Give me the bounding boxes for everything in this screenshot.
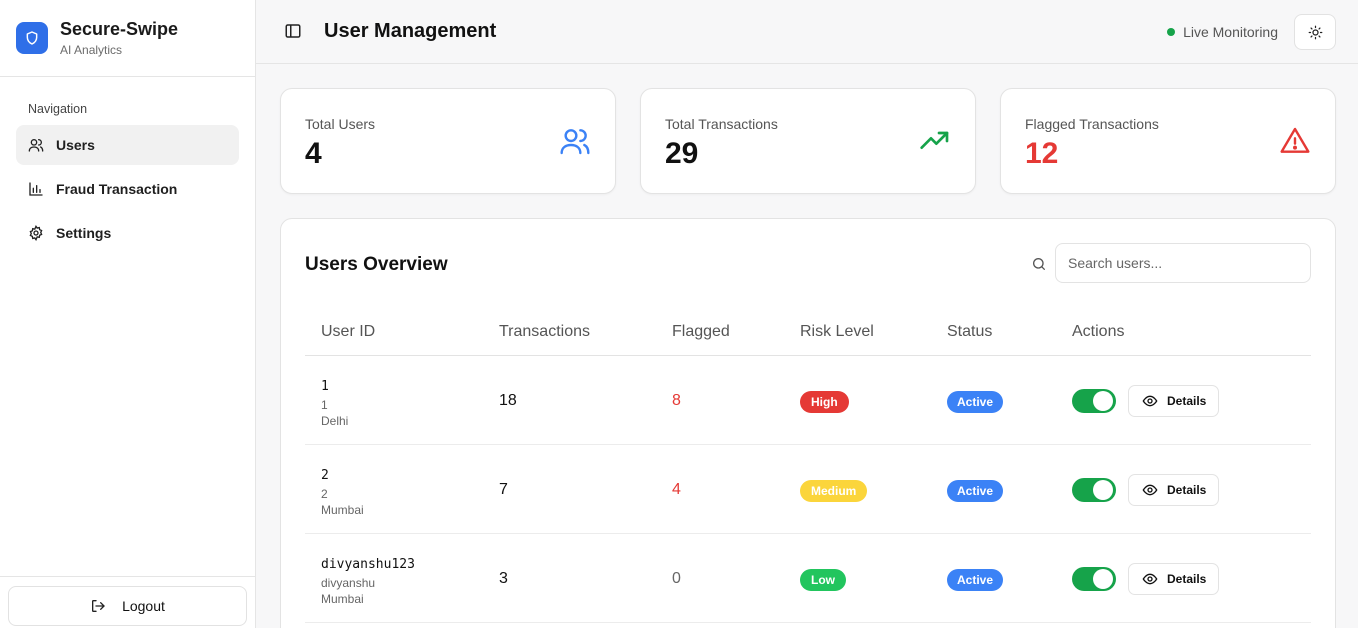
live-monitoring-label: Live Monitoring — [1183, 24, 1278, 40]
search-icon — [1033, 258, 1045, 270]
details-label: Details — [1167, 483, 1207, 497]
sidebar-footer: Logout — [0, 576, 255, 628]
user-city: Delhi — [321, 414, 349, 428]
gear-icon — [29, 225, 43, 241]
user-city: Mumbai — [321, 592, 364, 606]
brand: Secure-Swipe AI Analytics — [0, 0, 255, 77]
sidebar-item-settings[interactable]: Settings — [16, 213, 239, 253]
sidebar-nav: Users Fraud Transaction Settings — [16, 125, 239, 257]
logout-label: Logout — [122, 598, 165, 614]
user-id: 1 — [321, 379, 329, 394]
logout-button[interactable]: Logout — [8, 586, 247, 626]
column-header: Transactions — [499, 323, 590, 340]
logout-icon — [92, 600, 105, 612]
toggle-knob — [1093, 391, 1113, 411]
trending-up-icon — [920, 131, 949, 149]
card-title: Users Overview — [305, 254, 448, 275]
stat-label: Flagged Transactions — [1025, 116, 1159, 132]
top-header: User Management Live Monitoring — [256, 0, 1358, 64]
user-name: 1 — [321, 398, 328, 412]
sidebar-item-label: Users — [56, 137, 95, 153]
status-badge: Active — [947, 391, 1004, 413]
table-row: 2 2 Mumbai 7 4 Medium Active Details — [305, 445, 1311, 534]
eye-icon — [1142, 395, 1158, 407]
table-row: 1 1 Delhi 18 8 High Active Details — [305, 356, 1311, 445]
flagged-count: 4 — [672, 481, 681, 498]
sidebar-item-users[interactable]: Users — [16, 125, 239, 165]
column-header: Flagged — [672, 323, 730, 340]
stat-value: 29 — [665, 137, 699, 170]
details-button[interactable]: Details — [1128, 474, 1219, 506]
risk-badge: Low — [800, 569, 846, 591]
transactions-count: 7 — [499, 481, 508, 498]
table-row: divyanshu123 divyanshu Mumbai 3 0 Low Ac… — [305, 534, 1311, 623]
user-active-toggle[interactable] — [1072, 567, 1116, 591]
table-header: User ID Transactions Flagged Risk Level … — [305, 311, 1311, 356]
users-overview-card: Users Overview User ID Transactions Flag… — [280, 218, 1336, 628]
stat-label: Total Users — [305, 116, 376, 132]
flagged-count: 8 — [672, 392, 681, 409]
user-active-toggle[interactable] — [1072, 478, 1116, 502]
user-name: divyanshu — [321, 576, 376, 590]
alert-triangle-icon — [1280, 127, 1310, 153]
users-icon — [28, 139, 44, 152]
page-title: User Management — [324, 20, 497, 42]
stat-card-flagged-transactions: Flagged Transactions 12 — [1000, 88, 1336, 194]
stat-value: 4 — [305, 137, 322, 170]
sidebar-item-label: Settings — [56, 225, 112, 241]
brand-logo — [16, 22, 48, 54]
sidebar-item-label: Fraud Transaction — [56, 181, 178, 197]
eye-icon — [1142, 484, 1158, 496]
eye-icon — [1142, 573, 1158, 585]
live-status-dot — [1167, 28, 1176, 36]
stat-value: 12 — [1025, 137, 1059, 170]
toggle-knob — [1093, 569, 1113, 589]
flagged-count: 0 — [672, 570, 681, 587]
users-icon — [560, 129, 590, 155]
transactions-count: 18 — [499, 392, 517, 409]
details-button[interactable]: Details — [1128, 563, 1219, 595]
details-label: Details — [1167, 572, 1207, 586]
bar-chart-icon — [29, 182, 43, 196]
sidebar: Secure-Swipe AI Analytics Navigation Use… — [0, 0, 256, 628]
user-id: divyanshu123 — [321, 557, 415, 572]
risk-badge: High — [800, 391, 849, 413]
sidebar-item-fraud-transaction[interactable]: Fraud Transaction — [16, 169, 239, 209]
risk-badge: Medium — [800, 480, 868, 502]
sun-icon — [1308, 25, 1322, 39]
panel-left-icon — [285, 24, 301, 38]
status-badge: Active — [947, 569, 1004, 591]
status-badge: Active — [947, 480, 1004, 502]
transactions-count: 3 — [499, 570, 508, 587]
column-header: Actions — [1072, 323, 1125, 340]
shield-icon — [26, 31, 38, 45]
theme-toggle-button[interactable] — [1294, 14, 1336, 50]
stat-card-total-transactions: Total Transactions 29 — [640, 88, 976, 194]
toggle-knob — [1093, 480, 1113, 500]
stat-label: Total Transactions — [665, 116, 778, 132]
user-city: Mumbai — [321, 503, 364, 517]
details-button[interactable]: Details — [1128, 385, 1219, 417]
user-name: 2 — [321, 487, 328, 501]
search-input[interactable] — [1055, 243, 1311, 283]
live-monitoring-indicator: Live Monitoring — [1167, 24, 1278, 40]
brand-subtitle: AI Analytics — [60, 43, 123, 57]
details-label: Details — [1167, 394, 1207, 408]
column-header: User ID — [321, 323, 376, 340]
stat-card-total-users: Total Users 4 — [280, 88, 616, 194]
sidebar-toggle-button[interactable] — [284, 22, 304, 42]
nav-heading: Navigation — [28, 102, 88, 116]
user-active-toggle[interactable] — [1072, 389, 1116, 413]
brand-title: Secure-Swipe — [60, 19, 179, 39]
user-id: 2 — [321, 468, 329, 483]
column-header: Status — [947, 323, 993, 340]
column-header: Risk Level — [800, 323, 874, 340]
